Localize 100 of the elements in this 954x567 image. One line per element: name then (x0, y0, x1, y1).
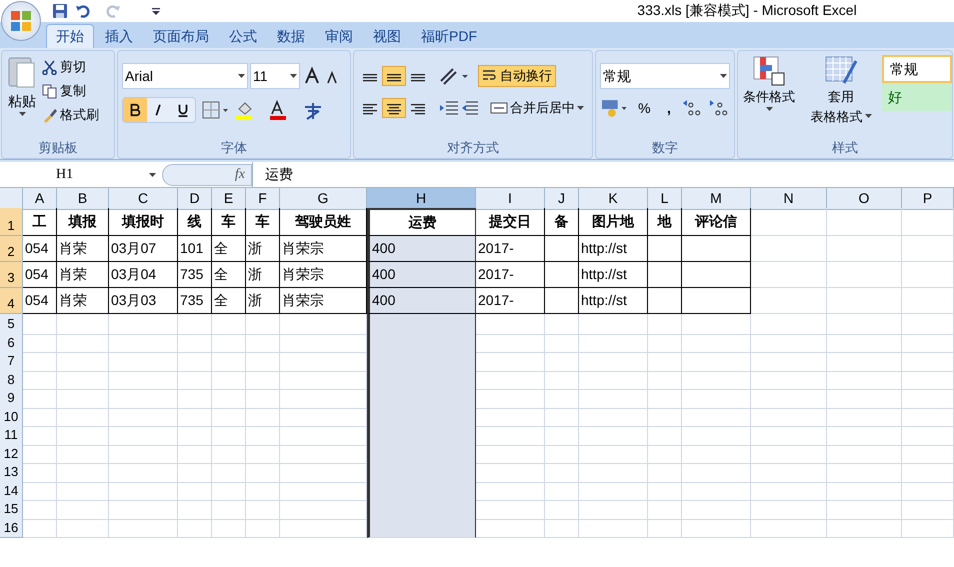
table-cell[interactable] (367, 518, 476, 538)
row-header[interactable]: 4 (0, 288, 23, 314)
table-cell[interactable]: 03月03 (109, 288, 178, 314)
table-cell[interactable]: 735 (178, 288, 212, 314)
table-cell[interactable]: 054 (23, 288, 57, 314)
column-header[interactable]: G (280, 188, 367, 210)
font-name-dropdown[interactable]: Arial (122, 63, 248, 89)
align-button[interactable] (382, 98, 406, 118)
row-header[interactable]: 9 (0, 388, 23, 408)
table-cell[interactable]: 提交日 (476, 208, 545, 236)
ribbon-tab[interactable]: 页面布局 (144, 24, 218, 48)
table-cell[interactable]: 03月04 (109, 262, 178, 288)
table-cell[interactable]: 工 (23, 208, 57, 236)
table-cell[interactable] (545, 262, 579, 288)
undo-icon[interactable] (76, 4, 90, 18)
ribbon-tab[interactable]: 福昕PDF (412, 24, 486, 48)
format-as-table-button[interactable]: 套用 表格格式 (806, 55, 876, 138)
row-header[interactable]: 7 (0, 351, 23, 372)
table-cell[interactable]: 填报 (57, 208, 109, 236)
row-header[interactable]: 3 (0, 262, 23, 288)
row-header[interactable]: 11 (0, 425, 23, 446)
table-cell[interactable] (648, 288, 682, 314)
table-cell[interactable]: 400 (367, 288, 476, 314)
column-header[interactable]: P (902, 188, 954, 210)
table-cell[interactable]: http://st (579, 288, 648, 314)
table-cell[interactable]: 03月07 (109, 236, 178, 262)
insert-function-button[interactable]: fx (162, 164, 252, 186)
table-cell[interactable]: 全 (212, 288, 246, 314)
column-header[interactable]: D (178, 188, 212, 210)
table-cell[interactable] (545, 236, 579, 262)
column-header[interactable]: K (579, 188, 648, 210)
table-cell[interactable]: 2017- (476, 236, 545, 262)
table-cell[interactable]: 054 (23, 262, 57, 288)
bold-button[interactable] (123, 98, 147, 122)
table-cell[interactable]: 运费 (367, 208, 476, 236)
column-header[interactable]: C (109, 188, 178, 210)
table-cell[interactable]: http://st (579, 262, 648, 288)
table-cell[interactable]: 浙 (246, 262, 280, 288)
row-header[interactable]: 1 (0, 208, 23, 236)
table-cell[interactable]: 400 (367, 236, 476, 262)
paste-button[interactable]: 粘贴 (2, 51, 42, 138)
column-header[interactable]: B (57, 188, 109, 210)
borders-icon[interactable] (200, 99, 230, 121)
redo-icon[interactable] (106, 4, 120, 18)
column-header[interactable]: H (367, 188, 476, 210)
select-all-corner[interactable] (0, 188, 23, 210)
table-cell[interactable]: 2017- (476, 262, 545, 288)
table-cell[interactable] (648, 236, 682, 262)
table-cell[interactable]: 车 (246, 208, 280, 236)
number-format-dropdown[interactable]: 常规 (600, 63, 730, 89)
formula-input[interactable]: 运费 (252, 162, 954, 187)
format-painter-button[interactable]: 格式刷 (42, 105, 99, 125)
copy-button[interactable]: 复制 (42, 81, 99, 101)
table-cell[interactable]: 肖荣 (57, 236, 109, 262)
merge-center-button[interactable]: 合并后居中 (490, 97, 584, 119)
table-cell[interactable]: 全 (212, 236, 246, 262)
table-cell[interactable]: 2017- (476, 288, 545, 314)
table-cell[interactable]: 浙 (246, 288, 280, 314)
column-header[interactable]: O (827, 188, 902, 210)
table-cell[interactable]: 735 (178, 262, 212, 288)
ribbon-tab[interactable]: 审阅 (316, 24, 362, 48)
percent-button[interactable]: % (632, 97, 658, 119)
row-header[interactable]: 5 (0, 314, 23, 334)
table-cell[interactable]: 肖荣 (57, 288, 109, 314)
wrap-text-button[interactable]: 自动换行 (478, 65, 556, 87)
column-header[interactable]: I (476, 188, 545, 210)
ribbon-tab[interactable]: 插入 (96, 24, 142, 48)
table-cell[interactable]: 填报时 (109, 208, 178, 236)
table-cell[interactable]: 线 (178, 208, 212, 236)
table-cell[interactable]: 浙 (246, 236, 280, 262)
table-cell[interactable]: 全 (212, 262, 246, 288)
font-size-dropdown[interactable]: 11 (250, 63, 300, 89)
comma-button[interactable]: , (659, 97, 679, 119)
column-header[interactable]: E (212, 188, 246, 210)
table-cell[interactable]: 备 (545, 208, 579, 236)
table-cell[interactable]: 054 (23, 236, 57, 262)
table-cell[interactable] (367, 314, 476, 334)
cell-style[interactable]: 好 (882, 83, 952, 111)
align-button[interactable] (382, 66, 406, 86)
conditional-format-button[interactable]: 条件格式 (738, 55, 800, 138)
table-cell[interactable] (682, 288, 751, 314)
cell-style[interactable]: 常规 (882, 55, 952, 83)
table-cell[interactable]: 400 (367, 262, 476, 288)
table-cell[interactable]: 图片地 (579, 208, 648, 236)
ribbon-tab[interactable]: 视图 (364, 24, 410, 48)
table-cell[interactable] (682, 236, 751, 262)
text-orientation-icon[interactable] (438, 66, 470, 86)
cut-button[interactable]: 剪切 (42, 57, 99, 77)
table-cell[interactable] (648, 262, 682, 288)
row-header[interactable]: 2 (0, 236, 23, 262)
row-header[interactable]: 16 (0, 518, 23, 538)
table-cell[interactable]: 肖荣 (57, 262, 109, 288)
column-header[interactable]: A (23, 188, 57, 210)
ribbon-tab[interactable]: 数据 (268, 24, 314, 48)
row-header[interactable]: 15 (0, 499, 23, 520)
ribbon-tab[interactable]: 公式 (220, 24, 266, 48)
table-cell[interactable]: 地 (648, 208, 682, 236)
column-header[interactable]: L (648, 188, 682, 210)
table-cell[interactable]: 评论信 (682, 208, 751, 236)
table-cell[interactable]: http://st (579, 236, 648, 262)
